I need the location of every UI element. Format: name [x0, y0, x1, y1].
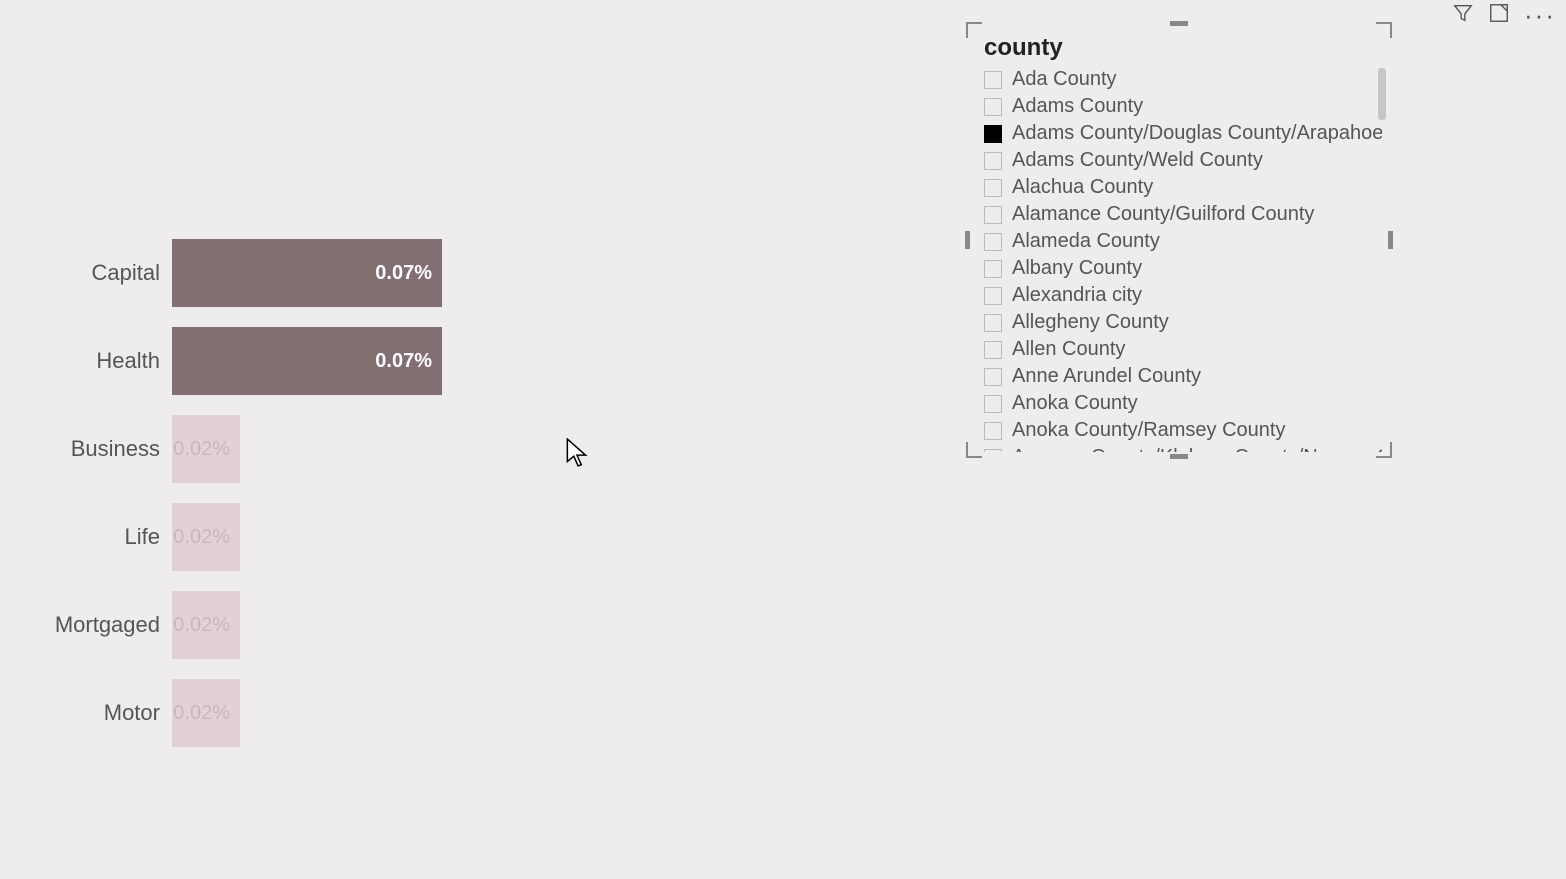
bar[interactable]: 0.07%	[172, 327, 442, 395]
bar[interactable]: 0.02%	[172, 679, 240, 747]
slicer-item[interactable]: Alamance County/Guilford County	[980, 201, 1382, 228]
slicer-item[interactable]: Anoka County/Ramsey County	[980, 417, 1382, 444]
slicer-item[interactable]: Anne Arundel County	[980, 363, 1382, 390]
more-options-icon[interactable]: ···	[1524, 10, 1556, 20]
checkbox-icon[interactable]	[984, 287, 1002, 305]
checkbox-icon[interactable]	[984, 152, 1002, 170]
bar-label: Mortgaged	[0, 612, 172, 638]
slicer-item-label: Ada County	[1012, 68, 1117, 91]
slicer-item[interactable]: Ada County	[980, 66, 1382, 93]
bar-label: Motor	[0, 700, 172, 726]
selection-handle[interactable]	[1170, 454, 1188, 459]
slicer-title: county	[968, 24, 1390, 68]
slicer-item-label: Alexandria city	[1012, 284, 1142, 307]
selection-handle[interactable]	[1388, 231, 1393, 249]
slicer-item[interactable]: Aransas County/Kleberg County/Nueces C..…	[980, 444, 1382, 452]
chart-row-mortgaged[interactable]: Mortgaged 0.02%	[0, 590, 960, 660]
slicer-item-label: Alameda County	[1012, 230, 1160, 253]
bar[interactable]: 0.02%	[172, 503, 240, 571]
visual-toolbar: ···	[1448, 0, 1560, 30]
checkbox-icon[interactable]	[984, 449, 1002, 453]
checkbox-icon[interactable]	[984, 341, 1002, 359]
bar-label: Capital	[0, 260, 172, 286]
slicer-item[interactable]: Alameda County	[980, 228, 1382, 255]
bar-track: 0.02%	[172, 679, 952, 747]
bar[interactable]: 0.07%	[172, 239, 442, 307]
checkbox-icon[interactable]	[984, 233, 1002, 251]
slicer-item[interactable]: Anoka County	[980, 390, 1382, 417]
slicer-item-label: Anoka County	[1012, 392, 1138, 415]
county-slicer[interactable]: county Ada County Adams County Adams Count…	[968, 24, 1390, 456]
slicer-item-label: Anne Arundel County	[1012, 365, 1201, 388]
bar-label: Health	[0, 348, 172, 374]
bar-track: 0.07%	[172, 327, 952, 395]
selection-handle[interactable]	[1376, 22, 1392, 38]
bar-track: 0.02%	[172, 591, 952, 659]
bar[interactable]: 0.02%	[172, 591, 240, 659]
slicer-item-label: Alachua County	[1012, 176, 1153, 199]
bar-track: 0.02%	[172, 503, 952, 571]
slicer-item-label: Adams County/Weld County	[1012, 149, 1263, 172]
chart-row-business[interactable]: Business 0.02%	[0, 414, 960, 484]
bar[interactable]: 0.02%	[172, 415, 240, 483]
slicer-item-label: Allegheny County	[1012, 311, 1169, 334]
slicer-item-label: Albany County	[1012, 257, 1142, 280]
bar-value: 0.02%	[173, 438, 230, 461]
checkbox-icon[interactable]	[984, 368, 1002, 386]
bar-label: Life	[0, 524, 172, 550]
slicer-item-label: Alamance County/Guilford County	[1012, 203, 1314, 226]
chart-row-health[interactable]: Health 0.07%	[0, 326, 960, 396]
selection-handle[interactable]	[965, 231, 970, 249]
scrollbar-thumb[interactable]	[1378, 68, 1386, 120]
checkbox-icon[interactable]	[984, 395, 1002, 413]
checkbox-icon[interactable]	[984, 71, 1002, 89]
slicer-item[interactable]: Alexandria city	[980, 282, 1382, 309]
slicer-item[interactable]: Adams County/Weld County	[980, 147, 1382, 174]
slicer-list[interactable]: Ada County Adams County Adams County/Dougl…	[980, 66, 1382, 452]
checkbox-icon[interactable]	[984, 179, 1002, 197]
slicer-item[interactable]: Adams County	[980, 93, 1382, 120]
bar-value: 0.07%	[375, 262, 432, 285]
chart-row-life[interactable]: Life 0.02%	[0, 502, 960, 572]
slicer-item-label: Allen County	[1012, 338, 1125, 361]
checkbox-icon[interactable]	[984, 206, 1002, 224]
checkbox-icon[interactable]	[984, 260, 1002, 278]
checkbox-icon[interactable]	[984, 314, 1002, 332]
slicer-item[interactable]: Allegheny County	[980, 309, 1382, 336]
slicer-item-label: Adams County	[1012, 95, 1143, 118]
checkbox-icon[interactable]	[984, 125, 1002, 143]
checkbox-icon[interactable]	[984, 98, 1002, 116]
slicer-item-label: Adams County/Douglas County/Arapahoe ...	[1012, 122, 1382, 145]
bar-value: 0.02%	[173, 614, 230, 637]
focus-mode-icon[interactable]	[1488, 2, 1510, 29]
chart-row-motor[interactable]: Motor 0.02%	[0, 678, 960, 748]
slicer-item[interactable]: Albany County	[980, 255, 1382, 282]
selection-handle[interactable]	[1170, 21, 1188, 26]
bar-track: 0.02%	[172, 415, 952, 483]
bar-label: Business	[0, 436, 172, 462]
bar-chart[interactable]: Capital 0.07% Health 0.07% Business 0.02…	[0, 238, 960, 766]
bar-value: 0.02%	[173, 526, 230, 549]
slicer-item[interactable]: Allen County	[980, 336, 1382, 363]
bar-track: 0.07%	[172, 239, 952, 307]
filter-icon[interactable]	[1452, 2, 1474, 29]
slicer-item[interactable]: Adams County/Douglas County/Arapahoe ...	[980, 120, 1382, 147]
chart-row-capital[interactable]: Capital 0.07%	[0, 238, 960, 308]
checkbox-icon[interactable]	[984, 422, 1002, 440]
slicer-item-label: Anoka County/Ramsey County	[1012, 419, 1285, 442]
selection-handle[interactable]	[966, 22, 982, 38]
bar-value: 0.02%	[173, 702, 230, 725]
slicer-item[interactable]: Alachua County	[980, 174, 1382, 201]
slicer-item-label: Aransas County/Kleberg County/Nueces C..…	[1012, 446, 1382, 452]
bar-value: 0.07%	[375, 350, 432, 373]
